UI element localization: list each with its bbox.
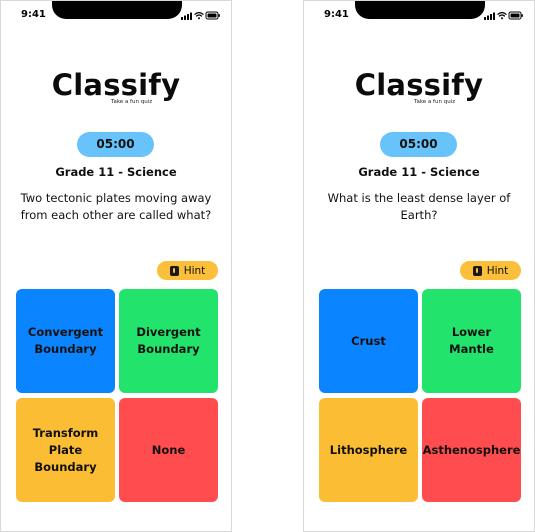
hint-button[interactable]: Hint — [157, 261, 218, 280]
answer-option-lithosphere[interactable]: Lithosphere — [319, 398, 418, 502]
answer-option-lower-mantle[interactable]: Lower Mantle — [422, 289, 521, 393]
answer-option-none[interactable]: None — [119, 398, 218, 502]
answer-option-asthenosphere[interactable]: Asthenosphere — [422, 398, 521, 502]
answer-option-convergent-boundary[interactable]: Convergent Boundary — [16, 289, 115, 393]
quiz-grade-title: Grade 11 - Science — [55, 165, 177, 179]
status-time: 9:41 — [21, 9, 46, 20]
timer-badge: 05:00 — [77, 132, 154, 157]
hint-button[interactable]: Hint — [460, 261, 521, 280]
answer-label: Lower Mantle — [449, 325, 494, 356]
app-logo: Classify — [51, 68, 181, 102]
timer-badge: 05:00 — [380, 132, 457, 157]
answer-label: Asthenosphere — [422, 442, 521, 457]
status-bar: 9:41 — [1, 1, 231, 31]
device-notch — [52, 1, 182, 19]
answer-option-transform-plate-boundary[interactable]: Transform Plate Boundary — [16, 398, 115, 502]
answer-label: Transform Plate Boundary — [32, 425, 99, 474]
app-tagline: Take a fun quiz — [414, 99, 456, 105]
signal-icon — [484, 12, 495, 20]
app-logo: Classify — [354, 68, 484, 102]
hint-label: Hint — [486, 264, 509, 277]
status-bar: 9:41 — [304, 1, 534, 31]
quiz-grade-title: Grade 11 - Science — [358, 165, 480, 179]
answer-label: None — [151, 442, 186, 457]
quiz-screen-2: 9:41 Classify Take a fun quiz 05:00 Grad… — [303, 0, 535, 532]
device-notch — [355, 1, 485, 19]
brand: Classify Take a fun quiz — [1, 67, 231, 111]
wifi-icon — [194, 11, 204, 17]
battery-icon — [205, 11, 220, 20]
answer-label: Crust — [351, 333, 386, 348]
brand: Classify Take a fun quiz — [304, 67, 534, 111]
answer-option-divergent-boundary[interactable]: Divergent Boundary — [119, 289, 218, 393]
answer-label: Divergent Boundary — [136, 325, 201, 356]
lightbulb-icon — [472, 265, 482, 276]
quiz-screen-1: 9:41 Classify Take a fun quiz 05:00 Grad… — [0, 0, 232, 532]
answer-label: Lithosphere — [329, 442, 408, 457]
answer-option-crust[interactable]: Crust — [319, 289, 418, 393]
status-icons — [484, 11, 524, 20]
answer-label: Convergent Boundary — [27, 325, 104, 356]
status-icons — [181, 11, 221, 20]
signal-icon — [181, 12, 192, 20]
status-time: 9:41 — [324, 9, 349, 20]
question-text: Two tectonic plates moving away from eac… — [20, 191, 212, 222]
wifi-icon — [497, 11, 507, 17]
app-tagline: Take a fun quiz — [111, 99, 153, 105]
battery-icon — [508, 11, 523, 20]
hint-label: Hint — [183, 264, 206, 277]
question-text: What is the least dense layer of Earth? — [327, 191, 511, 222]
lightbulb-icon — [169, 265, 179, 276]
